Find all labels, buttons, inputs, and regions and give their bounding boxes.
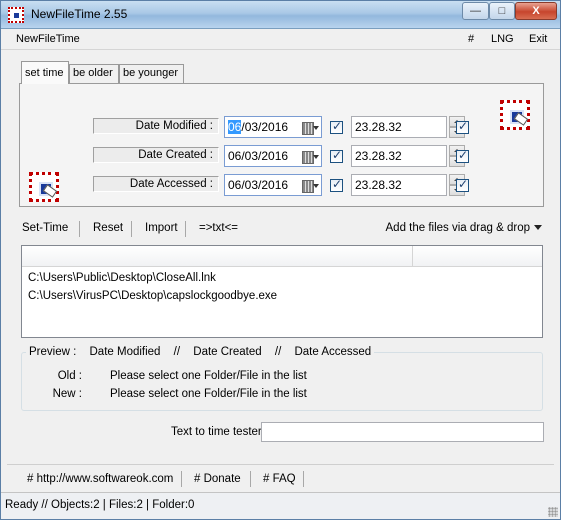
preview-old-value: Please select one Folder/File in the lis…	[110, 370, 307, 382]
footer-separator	[181, 471, 182, 487]
menu-bar: NewFileTime # LNG Exit	[1, 30, 560, 50]
toolbar-separator	[79, 221, 80, 237]
list-item[interactable]: C:\Users\VirusPC\Desktop\capslockgoodbye…	[22, 288, 542, 306]
date-modified-time-checkbox[interactable]	[456, 119, 469, 134]
set-time-panel: Date Modified : 06/03/2016 23.28.32 Date…	[19, 83, 544, 207]
preview-group: Preview : Date Modified // Date Created …	[21, 346, 543, 411]
list-item[interactable]: C:\Users\Public\Desktop\CloseAll.lnk	[22, 270, 542, 288]
website-link[interactable]: # http://www.softwareok.com	[27, 473, 173, 485]
file-list[interactable]: C:\Users\Public\Desktop\CloseAll.lnk C:\…	[21, 245, 543, 338]
copy-time-icon[interactable]	[500, 100, 530, 130]
tab-be-younger[interactable]: be younger	[119, 64, 184, 83]
chevron-down-icon	[534, 225, 542, 231]
calendar-dropdown-icon[interactable]	[302, 122, 319, 135]
date-modified-label: Date Modified :	[93, 118, 219, 134]
date-modified-day-selected: 06	[228, 120, 242, 134]
calendar-dropdown-icon[interactable]	[302, 151, 319, 164]
preview-col-accessed: Date Accessed	[294, 346, 372, 358]
date-accessed-label: Date Accessed :	[93, 176, 219, 192]
preview-label: Preview :	[29, 346, 77, 358]
date-modified-date-checkbox[interactable]	[330, 119, 343, 134]
menu-language[interactable]: LNG	[491, 33, 514, 45]
column-separator[interactable]	[412, 246, 413, 267]
calendar-dropdown-icon[interactable]	[302, 180, 319, 193]
window-title: NewFileTime 2.55	[31, 7, 128, 21]
footer-links: # http://www.softwareok.com # Donate # F…	[7, 464, 554, 492]
set-time-button[interactable]: Set-Time	[22, 222, 68, 234]
footer-separator	[303, 471, 304, 487]
date-accessed-date-checkbox[interactable]	[330, 177, 343, 192]
date-modified-input[interactable]: 06/03/2016	[224, 116, 322, 138]
txt-button[interactable]: =>txt<=	[199, 222, 238, 234]
tab-set-time[interactable]: set time	[21, 61, 69, 84]
import-button[interactable]: Import	[145, 222, 178, 234]
preview-col-modified: Date Modified	[89, 346, 161, 358]
text-to-time-input[interactable]	[261, 422, 544, 442]
resize-grip-icon[interactable]	[548, 507, 558, 517]
date-created-time-checkbox[interactable]	[456, 148, 469, 163]
app-window: NewFileTime 2.55 — □ X NewFileTime # LNG…	[0, 0, 561, 520]
menu-hash[interactable]: #	[468, 33, 474, 45]
get-time-icon[interactable]	[29, 172, 59, 202]
preview-new-value: Please select one Folder/File in the lis…	[110, 388, 307, 400]
preview-title: Preview : Date Modified // Date Created …	[26, 346, 375, 358]
title-bar[interactable]: NewFileTime 2.55 — □ X	[1, 1, 560, 29]
toolbar-separator	[185, 221, 186, 237]
preview-new-label: New :	[52, 388, 82, 400]
add-files-label: Add the files via drag & drop	[385, 222, 530, 234]
preview-col-created: Date Created	[193, 346, 262, 358]
date-created-input[interactable]: 06/03/2016	[224, 145, 322, 167]
date-created-label: Date Created :	[93, 147, 219, 163]
app-icon	[8, 7, 24, 23]
menu-newfiletime[interactable]: NewFileTime	[16, 33, 80, 45]
maximize-button[interactable]: □	[489, 2, 515, 20]
date-modified-date-rest: /03/2016	[241, 120, 289, 134]
menu-exit[interactable]: Exit	[529, 33, 547, 45]
time-created-input[interactable]: 23.28.32	[351, 145, 447, 167]
close-button[interactable]: X	[515, 2, 557, 20]
date-created-date-checkbox[interactable]	[330, 148, 343, 163]
tester-label: Text to time tester	[171, 426, 262, 438]
file-list-header[interactable]	[22, 246, 542, 267]
footer-separator	[250, 471, 251, 487]
date-accessed-date: 06/03/2016	[228, 178, 289, 192]
toolbar-separator	[131, 221, 132, 237]
action-toolbar: Set-Time Reset Import =>txt<= Add the fi…	[7, 219, 554, 241]
preview-sep: //	[274, 346, 282, 358]
tab-be-older[interactable]: be older	[69, 64, 119, 83]
time-accessed-input[interactable]: 23.28.32	[351, 174, 447, 196]
time-modified-input[interactable]: 23.28.32	[351, 116, 447, 138]
preview-old-label: Old :	[57, 370, 82, 382]
preview-sep: //	[173, 346, 181, 358]
date-created-date: 06/03/2016	[228, 149, 289, 163]
status-text: Ready // Objects:2 | Files:2 | Folder:0	[5, 499, 195, 511]
add-files-dropdown[interactable]: Add the files via drag & drop	[386, 222, 542, 234]
reset-button[interactable]: Reset	[93, 222, 123, 234]
donate-link[interactable]: # Donate	[194, 473, 241, 485]
minimize-button[interactable]: —	[462, 2, 489, 20]
faq-link[interactable]: # FAQ	[263, 473, 296, 485]
date-accessed-input[interactable]: 06/03/2016	[224, 174, 322, 196]
status-bar: Ready // Objects:2 | Files:2 | Folder:0	[1, 492, 560, 519]
date-accessed-time-checkbox[interactable]	[456, 177, 469, 192]
